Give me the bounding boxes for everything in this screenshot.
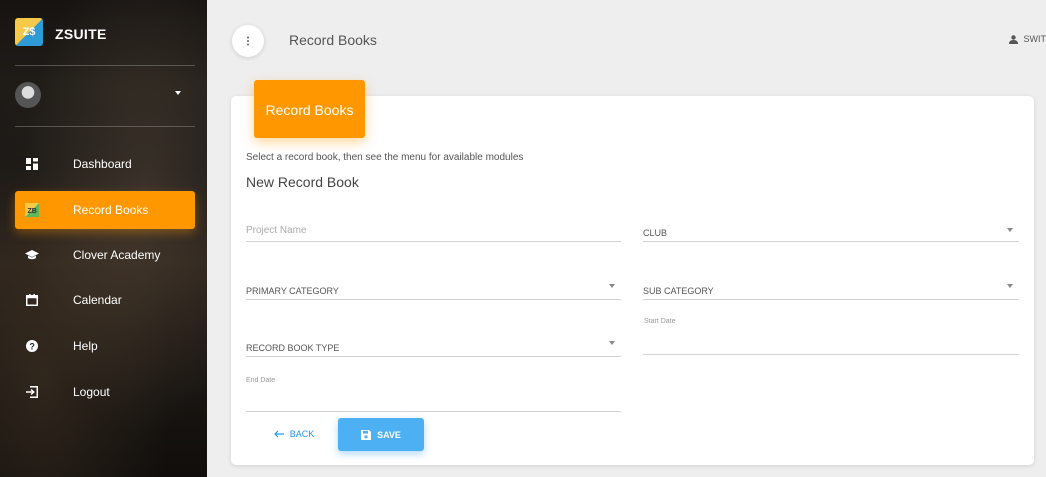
start-date-label: Start Date — [644, 318, 676, 325]
chevron-down-icon — [1007, 284, 1013, 288]
floppy-disk-icon — [361, 429, 372, 440]
svg-text:ZB: ZB — [28, 208, 37, 215]
switch-label: SWIT — [1023, 34, 1046, 44]
back-label: BACK — [289, 429, 315, 439]
brand[interactable]: Z$ ZSUITE — [15, 18, 200, 66]
sidebar-item-calendar[interactable]: Calendar — [15, 281, 195, 319]
sidebar-item-label: Dashboard — [73, 157, 132, 171]
end-date-field[interactable] — [246, 388, 621, 412]
graduation-cap-icon — [25, 248, 39, 262]
svg-text:?: ? — [29, 342, 35, 352]
help-icon: ? — [25, 339, 39, 353]
chevron-down-icon — [609, 284, 615, 288]
save-label: SAVE — [377, 429, 401, 440]
sidebar-item-label: Logout — [73, 385, 110, 399]
primary-category-select[interactable]: PRIMARY CATEGORY — [246, 278, 621, 300]
project-name-placeholder: Project Name — [246, 225, 307, 236]
divider — [15, 65, 195, 66]
record-books-icon: ZB — [25, 203, 39, 217]
top-bar: Record Books SWIT — [207, 0, 1046, 80]
more-vertical-icon[interactable] — [232, 25, 264, 57]
club-select[interactable]: CLUB — [643, 220, 1019, 242]
chevron-down-icon — [175, 91, 181, 95]
record-book-type-select[interactable]: RECORD BOOK TYPE — [246, 335, 621, 357]
chevron-down-icon — [609, 341, 615, 345]
avatar — [15, 82, 41, 108]
club-label: CLUB — [643, 228, 668, 238]
divider — [15, 126, 195, 127]
calendar-icon — [25, 293, 39, 307]
card-hint: Select a record book, then see the menu … — [246, 152, 524, 163]
app-name: ZSUITE — [55, 26, 107, 42]
sidebar-item-logout[interactable]: Logout — [15, 373, 195, 411]
sidebar-item-help[interactable]: ? Help — [15, 327, 195, 365]
switch-user-button[interactable]: SWIT — [1008, 34, 1046, 44]
app-logo: Z$ — [15, 18, 43, 46]
sub-category-select[interactable]: SUB CATEGORY — [643, 278, 1019, 300]
arrow-left-icon — [273, 430, 284, 438]
sidebar-item-clover-academy[interactable]: Clover Academy — [15, 236, 195, 274]
sidebar-item-label: Clover Academy — [73, 248, 161, 262]
sidebar-item-dashboard[interactable]: Dashboard — [15, 145, 195, 183]
sidebar-item-label: Record Books — [73, 203, 149, 217]
record-book-type-label: RECORD BOOK TYPE — [246, 343, 340, 353]
end-date-label: End Date — [246, 377, 276, 384]
primary-category-label: PRIMARY CATEGORY — [246, 286, 339, 296]
start-date-field[interactable] — [643, 330, 1019, 355]
dashboard-icon — [25, 157, 39, 171]
save-button[interactable]: SAVE — [338, 418, 424, 451]
sidebar-item-label: Calendar — [73, 293, 122, 307]
card-header: Record Books — [254, 80, 365, 138]
project-name-field[interactable]: Project Name — [246, 220, 621, 242]
back-button[interactable]: BACK — [262, 419, 326, 449]
sub-category-label: SUB CATEGORY — [643, 286, 714, 296]
sidebar: Z$ ZSUITE Dashboard ZB Record Books Clov… — [0, 0, 207, 477]
sidebar-item-record-books[interactable]: ZB Record Books — [15, 191, 195, 229]
logout-icon — [25, 385, 39, 399]
sidebar-item-label: Help — [73, 339, 98, 353]
user-menu[interactable] — [15, 80, 195, 110]
form-title: New Record Book — [246, 174, 359, 190]
user-icon — [1008, 34, 1018, 44]
chevron-down-icon — [1007, 228, 1013, 232]
page-title: Record Books — [289, 32, 377, 48]
